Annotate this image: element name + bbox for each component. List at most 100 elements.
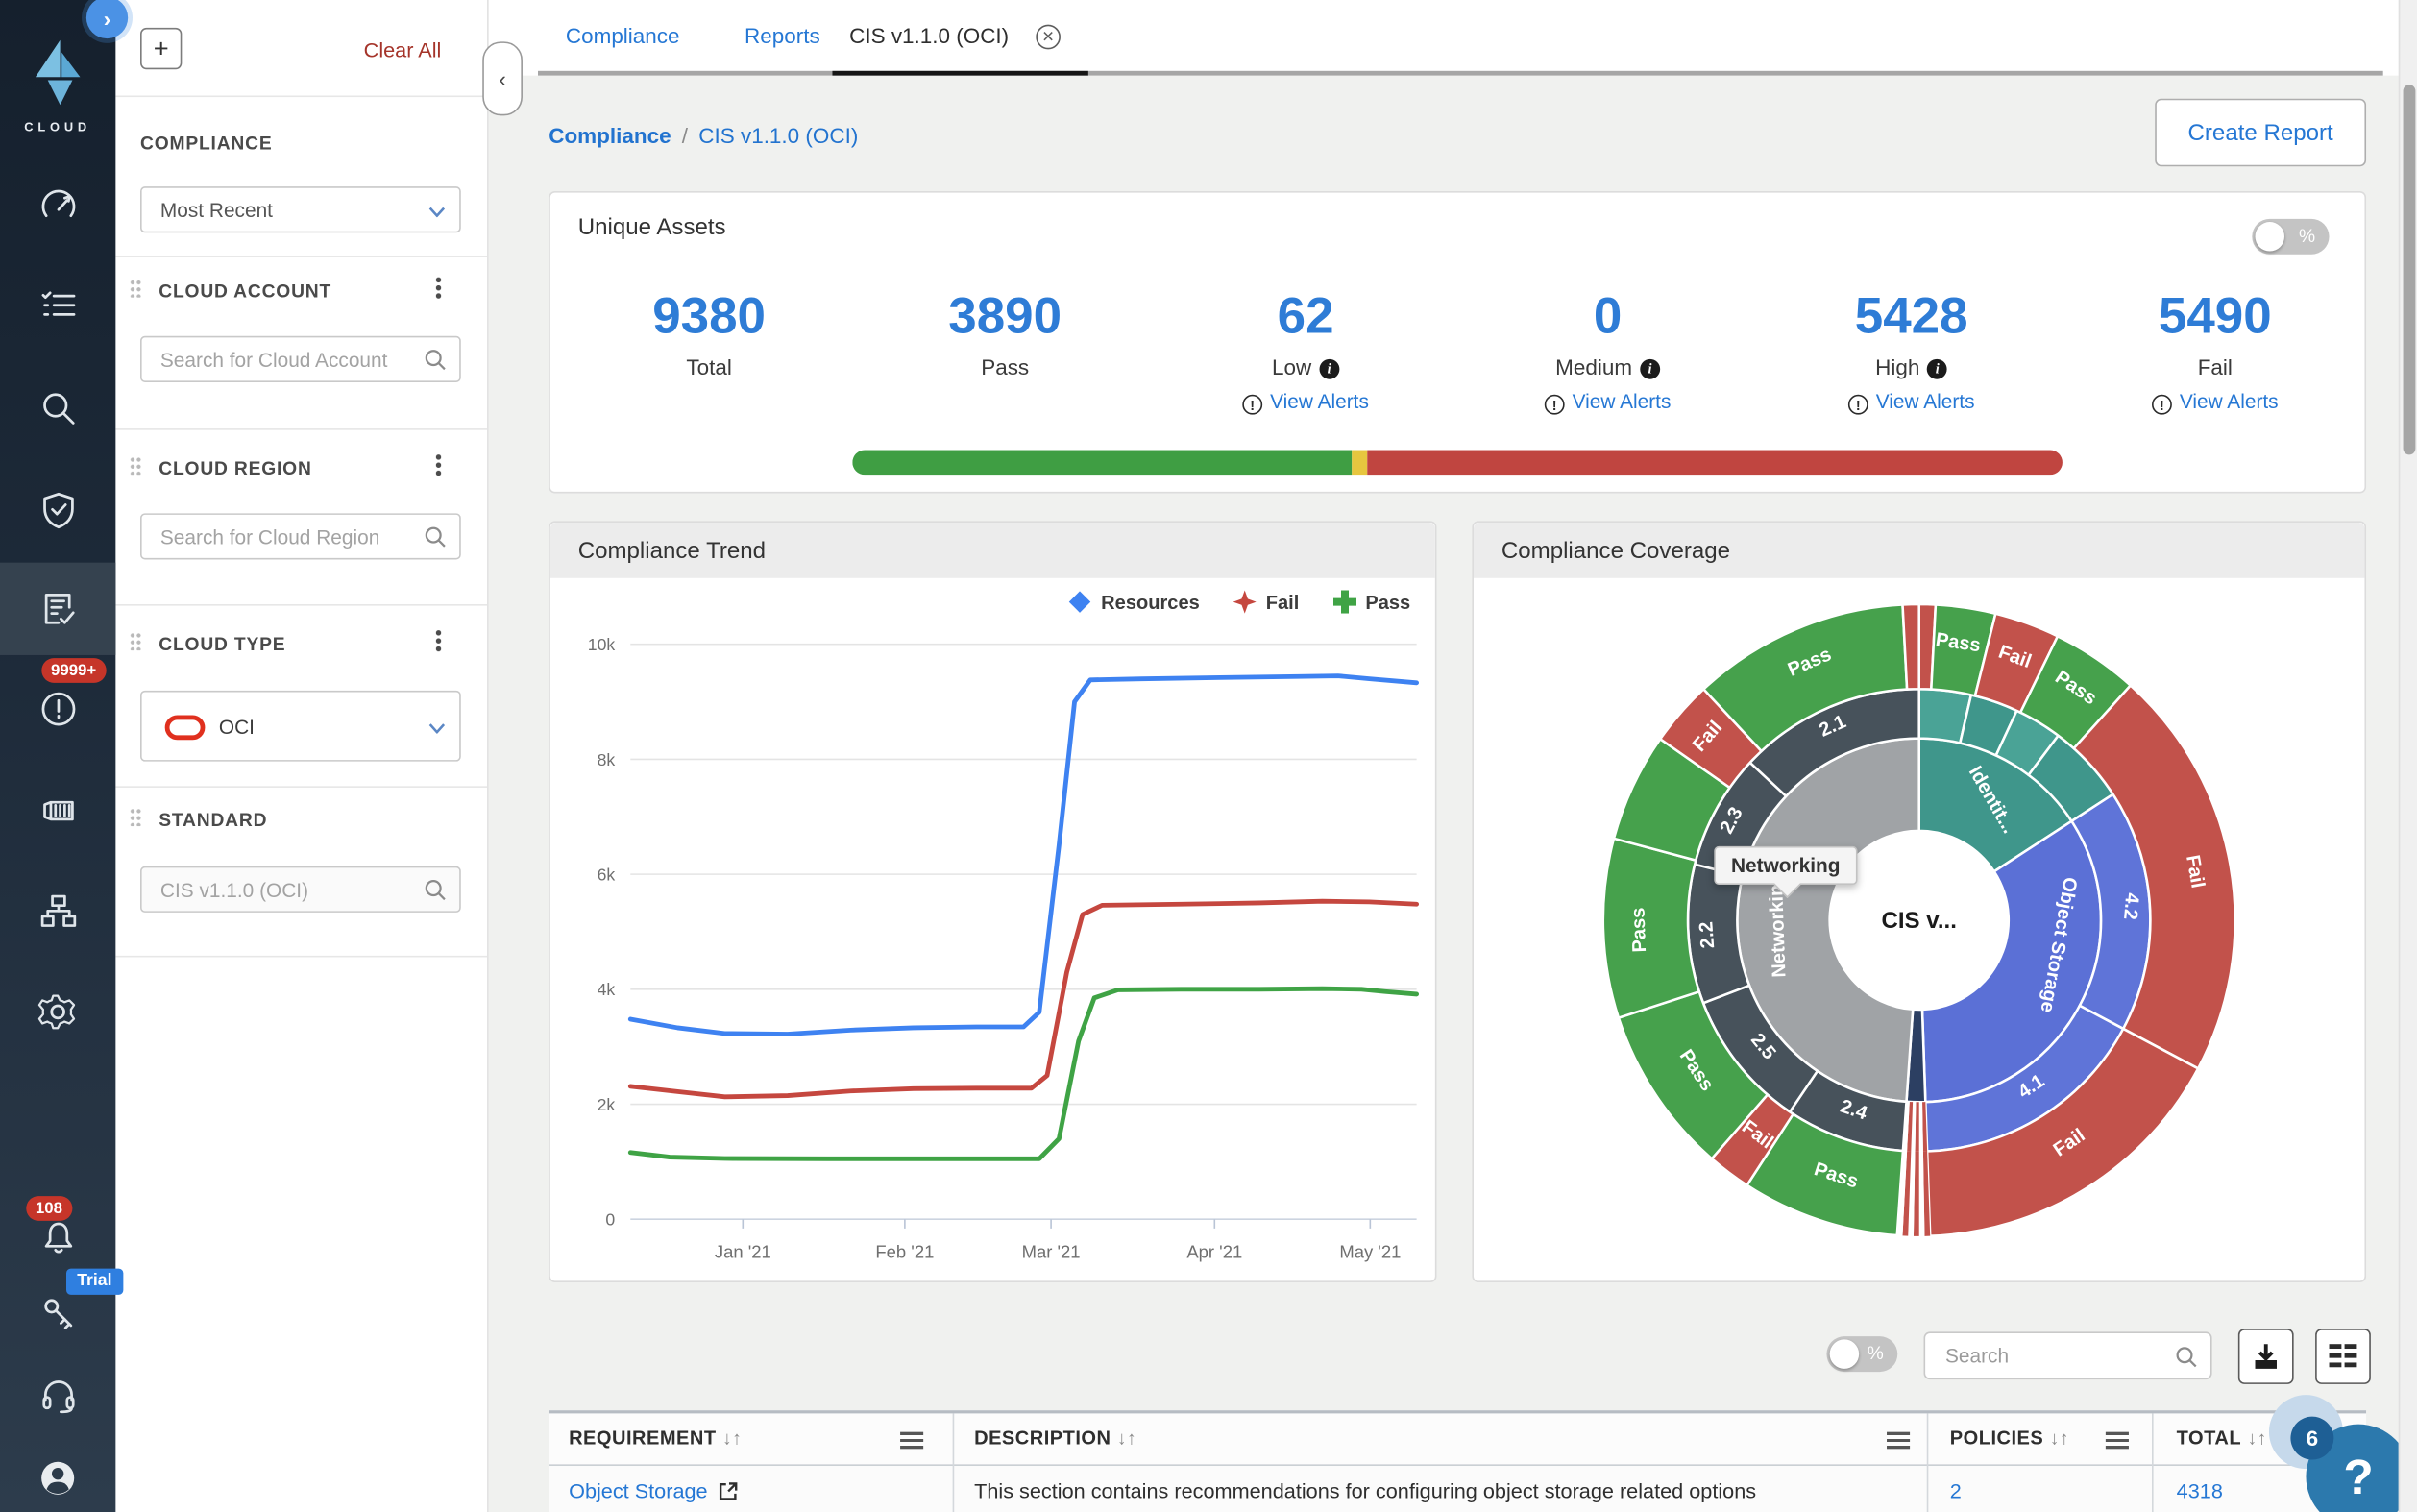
clear-all-filters-button[interactable]: Clear All [364, 38, 442, 61]
view-alerts-high-link[interactable]: !View Alerts [1780, 390, 2042, 415]
scrollbar-thumb[interactable] [2404, 85, 2416, 454]
column-requirement[interactable]: REQUIREMENT↓↑ [569, 1427, 742, 1449]
unique-assets-title: Unique Assets [578, 214, 726, 240]
breadcrumb: Compliance/CIS v1.1.0 (OCI) [549, 123, 858, 148]
column-description[interactable]: DESCRIPTION↓↑ [974, 1427, 1136, 1449]
kebab-menu-icon[interactable] [434, 453, 442, 476]
external-link-icon[interactable] [719, 1481, 739, 1501]
divider [115, 95, 487, 97]
svg-text:May '21: May '21 [1339, 1241, 1401, 1261]
coverage-sunburst-chart[interactable]: CIS v...Identit...Object StorageNetworki… [1474, 578, 2368, 1284]
compliance-select-value[interactable] [158, 197, 426, 223]
cloud-region-search[interactable] [140, 513, 461, 559]
stat-total: 9380 Total [578, 288, 841, 379]
svg-text:Apr '21: Apr '21 [1186, 1241, 1242, 1261]
policies-shield-icon[interactable] [37, 489, 79, 530]
compliance-select[interactable] [140, 186, 461, 232]
notifications-bell-icon[interactable] [37, 1216, 79, 1257]
info-icon[interactable]: i [1927, 359, 1947, 379]
policies-cell[interactable]: 2 [1950, 1479, 1962, 1502]
close-tab-icon[interactable]: ✕ [1036, 25, 1061, 50]
stat-high-value: 5428 [1780, 288, 2042, 344]
alerts-icon[interactable] [37, 688, 79, 729]
trend-line-chart[interactable]: 10k8k6k4k2k0Jan '21Feb '21Mar '21Apr '21… [550, 578, 1438, 1284]
view-alerts-medium-link[interactable]: !View Alerts [1477, 390, 1739, 415]
breadcrumb-compliance-link[interactable]: Compliance [549, 123, 671, 148]
divider [115, 256, 487, 257]
chevron-down-icon [428, 207, 446, 217]
drag-handle-icon[interactable] [130, 456, 142, 475]
containers-icon[interactable] [37, 790, 79, 831]
drag-handle-icon[interactable] [130, 632, 142, 650]
filter-section-standard-label: STANDARD [159, 809, 267, 830]
main-tab-bar: Compliance Reports CIS v1.1.0 (OCI) ✕ [487, 0, 2417, 76]
view-alerts-fail-link[interactable]: !View Alerts [2084, 390, 2346, 415]
sort-icon[interactable]: ↓↑ [1117, 1427, 1136, 1449]
column-policies[interactable]: POLICIES↓↑ [1950, 1427, 2069, 1449]
profile-avatar-icon[interactable] [37, 1456, 79, 1498]
cloud-region-search-input[interactable] [158, 524, 426, 550]
drag-handle-icon[interactable] [130, 808, 142, 826]
svg-text:2k: 2k [598, 1095, 616, 1114]
view-alerts-low-link[interactable]: !View Alerts [1175, 390, 1437, 415]
table-percent-toggle[interactable]: % [1826, 1336, 1897, 1372]
help-notification-badge: 6 [2290, 1417, 2333, 1460]
toggle-knob [2256, 222, 2284, 251]
cloud-account-search-input[interactable] [158, 347, 426, 373]
info-icon[interactable]: i [1640, 359, 1660, 379]
drag-handle-icon[interactable] [130, 279, 142, 297]
sort-icon[interactable]: ↓↑ [2248, 1427, 2267, 1449]
svg-text:10k: 10k [588, 635, 616, 654]
divider [115, 604, 487, 606]
cloud-logo-icon[interactable] [26, 37, 87, 116]
percent-toggle[interactable]: % [2252, 219, 2329, 255]
kebab-menu-icon[interactable] [434, 276, 442, 299]
sort-icon[interactable]: ↓↑ [722, 1427, 742, 1449]
svg-text:0: 0 [605, 1210, 615, 1230]
stat-fail: 5490 Fail !View Alerts [2084, 288, 2346, 415]
standard-search[interactable] [140, 866, 461, 913]
network-sitemap-icon[interactable] [37, 890, 79, 931]
settings-gear-icon[interactable] [37, 991, 79, 1033]
sort-icon[interactable]: ↓↑ [2050, 1427, 2069, 1449]
tab-cis-v110-oci[interactable]: CIS v1.1.0 (OCI) [849, 23, 1009, 48]
table-search[interactable] [1924, 1331, 2212, 1379]
column-divider [953, 1413, 955, 1512]
table-search-input[interactable] [1942, 1343, 2164, 1369]
cloud-type-select[interactable]: OCI [140, 691, 461, 762]
search-icon [424, 879, 447, 902]
compliance-clipboard-icon[interactable] [37, 587, 79, 628]
download-button[interactable] [2238, 1329, 2294, 1384]
inventory-list-icon[interactable] [37, 283, 79, 325]
vertical-scrollbar[interactable] [2399, 0, 2417, 1512]
svg-text:Mar '21: Mar '21 [1022, 1241, 1081, 1261]
collapse-filter-panel-button[interactable]: ‹ [482, 41, 523, 115]
cloud-account-search[interactable] [140, 336, 461, 382]
info-icon[interactable]: i [1319, 359, 1339, 379]
standard-search-input[interactable] [158, 877, 426, 903]
column-menu-icon[interactable] [1887, 1432, 1910, 1450]
column-settings-button[interactable] [2315, 1329, 2371, 1384]
stat-high: 5428 Highi !View Alerts [1780, 288, 2042, 415]
column-menu-icon[interactable] [2106, 1432, 2129, 1450]
licensing-key-icon[interactable] [37, 1292, 79, 1333]
column-total[interactable]: TOTAL↓↑ [2177, 1427, 2267, 1449]
dashboard-gauge-icon[interactable] [37, 185, 79, 227]
filter-section-compliance-label: COMPLIANCE [140, 133, 272, 154]
total-cell[interactable]: 4318 [2177, 1479, 2223, 1502]
support-headset-icon[interactable] [37, 1375, 79, 1416]
requirement-link[interactable]: Object Storage [569, 1479, 708, 1502]
kebab-menu-icon[interactable] [434, 629, 442, 652]
tab-reports[interactable]: Reports [745, 23, 820, 48]
column-menu-icon[interactable] [900, 1432, 923, 1450]
pass-fail-progress-bar [852, 451, 2063, 476]
tab-compliance[interactable]: Compliance [566, 23, 680, 48]
investigate-search-icon[interactable] [37, 387, 79, 428]
alert-circle-icon: ! [1242, 395, 1262, 415]
search-icon [2175, 1346, 2198, 1369]
trial-badge: Trial [66, 1269, 123, 1295]
compliance-trend-title: Compliance Trend [550, 523, 1435, 578]
sunburst-tooltip: Networking [1714, 846, 1857, 885]
add-filter-button[interactable]: + [140, 28, 182, 69]
create-report-button[interactable]: Create Report [2155, 99, 2366, 167]
